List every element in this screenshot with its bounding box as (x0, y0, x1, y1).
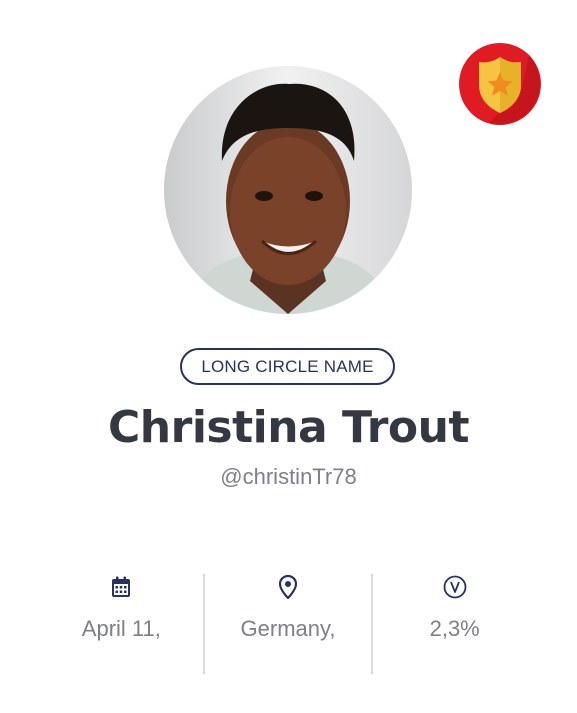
avatar (164, 66, 412, 314)
profile-name: Christina Trout (108, 402, 470, 453)
stat-location: Germany, (205, 572, 372, 674)
police-shield-badge-icon (459, 43, 541, 125)
stat-date: April 11, (38, 572, 205, 674)
profile-handle: @christinTr78 (220, 464, 357, 489)
circle-name-badge[interactable]: LONG CIRCLE NAME (180, 348, 395, 385)
stat-percentage-value: 2,3% (429, 616, 480, 641)
stat-location-value: Germany, (240, 616, 336, 641)
profile-stats: April 11, Germany, 2,3% (38, 572, 538, 674)
location-pin-icon (279, 574, 297, 600)
v-circle-icon (443, 574, 467, 600)
stat-date-value: April 11, (81, 616, 161, 641)
calendar-icon (111, 574, 131, 600)
stat-percentage: 2,3% (371, 572, 538, 674)
